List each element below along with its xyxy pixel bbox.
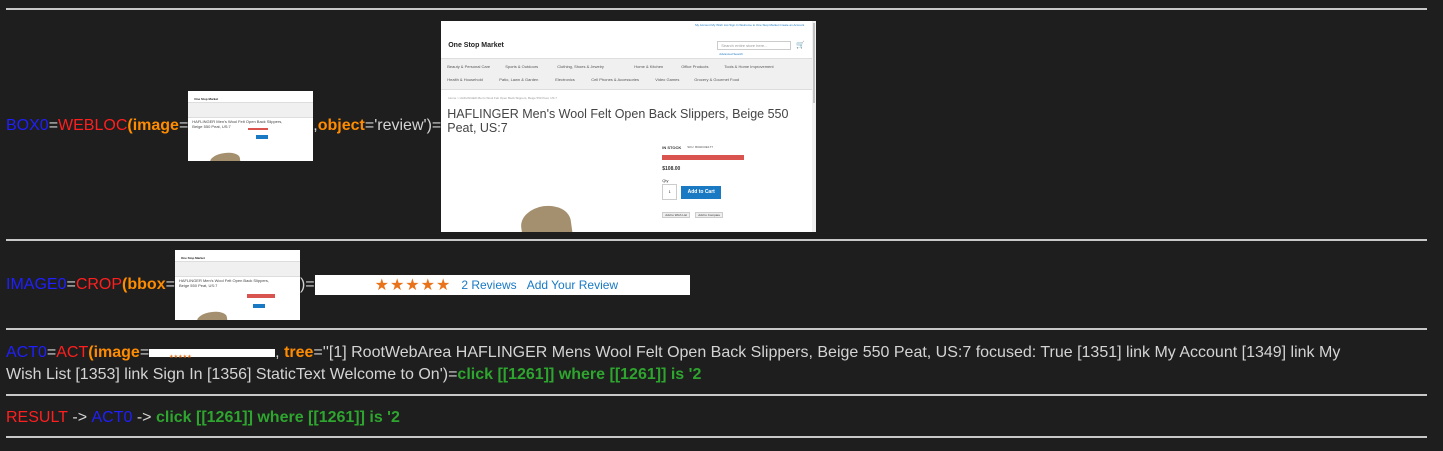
search-input[interactable]: Search entire store here... — [717, 40, 792, 50]
box-variable: BOX0 — [6, 117, 49, 134]
cropped-rating-image: ★★★★★ 2 Reviews Add Your Review — [314, 275, 690, 295]
nav-bar: Beauty & Personal Care Sports & Outdoors… — [441, 57, 817, 90]
separator-line — [6, 8, 1427, 10]
cropped-rating-thumbnail: ★★★★★ — [149, 348, 276, 360]
scrollbar-thumb[interactable] — [813, 22, 816, 103]
slipper-image — [209, 150, 242, 161]
box-object-keyword: object — [317, 117, 365, 134]
nav-item[interactable]: Electronics — [555, 77, 575, 82]
add-to-cart-button[interactable]: Add to Cart — [681, 185, 722, 199]
add-to-compare-button[interactable]: Add to Compare — [695, 211, 724, 218]
separator-line — [6, 394, 1427, 396]
reviews-link[interactable]: 2 Reviews — [461, 278, 516, 292]
act-function: ACT — [56, 344, 89, 361]
add-to-cart-button — [252, 304, 265, 308]
box-object-value: ='review')= — [364, 117, 442, 134]
store-logo: One Stop Market — [180, 256, 205, 260]
nav-item[interactable]: Patio, Lawn & Garden — [499, 77, 538, 82]
act-variable: ACT0 — [6, 344, 47, 361]
crop-bbox-equals: = — [165, 276, 175, 293]
mini-stars-icon: ★★★★★ — [169, 353, 192, 360]
nav-item[interactable]: Cell Phones & Accessories — [591, 77, 639, 82]
nav-bar — [188, 102, 314, 118]
webpage-screenshot: My Account My Wish List Sign In Welcome … — [441, 20, 817, 232]
crop-close: )= — [299, 276, 315, 293]
result-value: click [[1261]] where [[1261]] is '2 — [155, 409, 400, 426]
nav-item[interactable]: Tools & Home Improvement — [724, 64, 773, 69]
nav-item[interactable]: Clothing, Shoes & Jewelry — [557, 64, 604, 69]
store-logo: One Stop Market — [448, 41, 504, 49]
act-equals: = — [46, 344, 57, 361]
stock-status: IN STOCK — [662, 144, 682, 150]
act-tree-keyword: tree — [284, 344, 314, 361]
act-row: ACT0=ACT(image= ★★★★★, tree=''[1] RootWeb… — [6, 342, 1431, 386]
result-row: RESULT -> ACT0 -> click [[1261]] where [… — [6, 407, 400, 429]
rating-bar — [246, 294, 275, 298]
box-equals: = — [48, 117, 59, 134]
add-to-wishlist-button[interactable]: Add to Wish List — [662, 211, 690, 218]
qty-label: Qty — [662, 177, 669, 183]
box-row: BOX0 = WEBLOC ( image = One Stop Market … — [6, 20, 817, 232]
nav-item[interactable]: Video Games — [655, 77, 679, 82]
result-arrow: -> — [132, 409, 156, 426]
separator-line — [6, 328, 1427, 330]
act-tree-line2: Wish List [1353] link Sign In [1356] Sta… — [6, 366, 458, 383]
nav-item[interactable]: Health & Household — [447, 77, 483, 82]
product-title: HAFLINGER Men's Wool Felt Open Back Slip… — [178, 278, 269, 288]
nav-item[interactable]: Grocery & Gourmet Food — [694, 77, 739, 82]
separator-line — [6, 239, 1427, 241]
act-image-equals: = — [139, 344, 150, 361]
act-tree-line1: =''[1] RootWebArea HAFLINGER Mens Wool F… — [313, 344, 1341, 361]
act-comma: , — [275, 344, 285, 361]
rating-bar — [248, 128, 269, 130]
scrollbar[interactable] — [812, 20, 817, 232]
price: $108.00 — [662, 165, 681, 172]
box-function: WEBLOC — [58, 117, 128, 134]
advanced-search-link[interactable]: Advanced Search — [719, 52, 743, 56]
act-image-keyword: image — [93, 344, 140, 361]
separator-line — [6, 436, 1427, 438]
result-variable: ACT0 — [91, 409, 133, 426]
nav-item[interactable]: Sports & Outdoors — [505, 64, 538, 69]
nav-item[interactable]: Office Products — [681, 64, 708, 69]
box-image-equals: = — [178, 117, 189, 134]
result-arrow: -> — [67, 409, 92, 426]
crop-function: CROP — [75, 276, 123, 293]
act-result: click [[1261]] where [[1261]] is '2 — [457, 366, 702, 383]
nav-bar — [174, 261, 300, 277]
crop-row: IMAGE0 = CROP ( bbox = One Stop Market H… — [6, 250, 690, 320]
add-to-cart-button — [256, 135, 269, 139]
crop-variable: IMAGE0 — [6, 276, 67, 293]
cart-icon[interactable]: 🛒 — [796, 41, 805, 49]
nav-item[interactable]: Beauty & Personal Care — [447, 64, 490, 69]
crop-bbox-keyword: bbox — [127, 276, 166, 293]
webpage-thumbnail-small: One Stop Market HAFLINGER Men's Wool Fel… — [174, 250, 300, 320]
slipper-image — [196, 309, 228, 320]
breadcrumb: Home > HAFLINGER Men's Wool Felt Open Ba… — [448, 95, 557, 100]
add-review-link[interactable]: Add Your Review — [527, 278, 618, 292]
rating-stars-icon: ★★★★★ — [374, 277, 452, 294]
box-image-keyword: image — [132, 117, 179, 134]
top-links: My Account My Wish List Sign In Welcome … — [695, 22, 805, 27]
webpage-thumbnail-small: One Stop Market HAFLINGER Men's Wool Fel… — [188, 91, 314, 161]
product-title: HAFLINGER Men's Wool Felt Open Back Slip… — [192, 119, 283, 129]
rating-summary — [662, 154, 745, 160]
nav-item[interactable]: Home & Kitchen — [634, 64, 663, 69]
slipper-image — [518, 202, 574, 232]
crop-equals: = — [66, 276, 76, 293]
result-label: RESULT — [6, 409, 68, 426]
product-title: HAFLINGER Men's Wool Felt Open Back Slip… — [447, 106, 789, 135]
store-logo: One Stop Market — [194, 97, 219, 101]
qty-input[interactable]: 1 — [662, 183, 678, 200]
sku-label: SKU: B002C0E1T7 — [687, 144, 714, 149]
